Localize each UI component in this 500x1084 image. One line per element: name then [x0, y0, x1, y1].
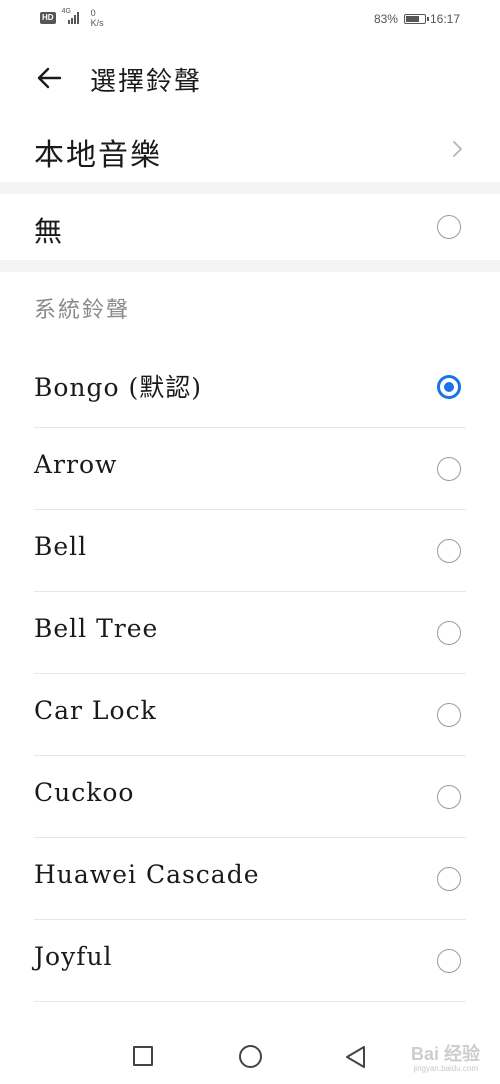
ringtone-item[interactable]: Arrow: [0, 428, 500, 510]
ringtone-label: Joyful: [34, 942, 113, 971]
ringtone-item[interactable]: Bell Tree: [0, 592, 500, 674]
radio-button[interactable]: [437, 949, 461, 973]
status-left: HD 4G 0 K/s: [40, 8, 104, 28]
ringtone-list: Bongo (默認) Arrow Bell Bell Tree Car Lock Cuck…: [0, 346, 500, 1002]
ringtone-item[interactable]: Car Lock: [0, 674, 500, 756]
radio-button[interactable]: [437, 785, 461, 809]
ringtone-label: Car Lock: [34, 696, 157, 725]
network-speed: 0 K/s: [91, 8, 104, 28]
page-title: 選擇鈴聲: [90, 67, 203, 97]
radio-button[interactable]: [437, 621, 461, 645]
header: 選擇鈴聲: [0, 55, 500, 103]
ringtone-label: Bongo (默認): [34, 373, 203, 402]
ringtone-label: Cuckoo: [34, 778, 135, 807]
ringtone-item[interactable]: Joyful: [0, 920, 500, 1002]
ringtone-item[interactable]: Bell: [0, 510, 500, 592]
ringtone-label: Arrow: [34, 450, 118, 479]
network-speed-unit: K/s: [90, 18, 104, 28]
radio-button[interactable]: [437, 539, 461, 563]
recent-apps-button[interactable]: [133, 1046, 153, 1066]
home-button[interactable]: [239, 1045, 262, 1068]
local-music-label: 本地音樂: [34, 138, 162, 173]
hd-badge: HD: [40, 12, 56, 24]
status-right: 83% 16:17: [374, 12, 460, 26]
navigation-bar: Bai 经验 jingyan.baidu.com: [0, 1032, 500, 1084]
ringtone-label: Bell Tree: [34, 614, 159, 643]
section-gap: [0, 260, 500, 272]
ringtone-item[interactable]: Cuckoo: [0, 756, 500, 838]
ringtone-label: Huawei Cascade: [34, 860, 260, 889]
status-bar: HD 4G 0 K/s 83% 16:17: [0, 0, 500, 40]
ringtone-item[interactable]: Bongo (默認): [0, 346, 500, 428]
ringtone-none-row[interactable]: 無: [0, 194, 500, 260]
nav-back-button[interactable]: [343, 1044, 369, 1070]
section-gap: [0, 182, 500, 194]
ringtone-item[interactable]: Huawei Cascade: [0, 838, 500, 920]
radio-button[interactable]: [437, 457, 461, 481]
radio-button-selected[interactable]: [437, 375, 461, 399]
ringtone-none-label: 無: [34, 215, 63, 248]
local-music-row[interactable]: 本地音樂: [0, 118, 500, 182]
signal-icon: 4G: [61, 8, 79, 24]
section-title-system-ringtones: 系統鈴聲: [34, 298, 131, 323]
radio-button[interactable]: [437, 215, 461, 239]
status-time: 16:17: [429, 12, 460, 26]
watermark-logo: Bai 经验: [410, 1044, 480, 1064]
radio-button[interactable]: [437, 703, 461, 727]
network-speed-value: 0: [90, 8, 96, 18]
ringtone-label: Bell: [34, 532, 88, 561]
back-arrow-icon[interactable]: [34, 63, 64, 93]
chevron-right-icon: [452, 140, 464, 158]
battery-fill: [405, 16, 419, 22]
battery-icon: [403, 14, 429, 24]
radio-button[interactable]: [437, 867, 461, 891]
watermark-url: jingyan.baidu.com: [413, 1064, 478, 1073]
battery-percent: 83%: [373, 12, 398, 26]
network-type-label: 4G: [61, 8, 71, 15]
list-divider: [34, 1001, 466, 1002]
